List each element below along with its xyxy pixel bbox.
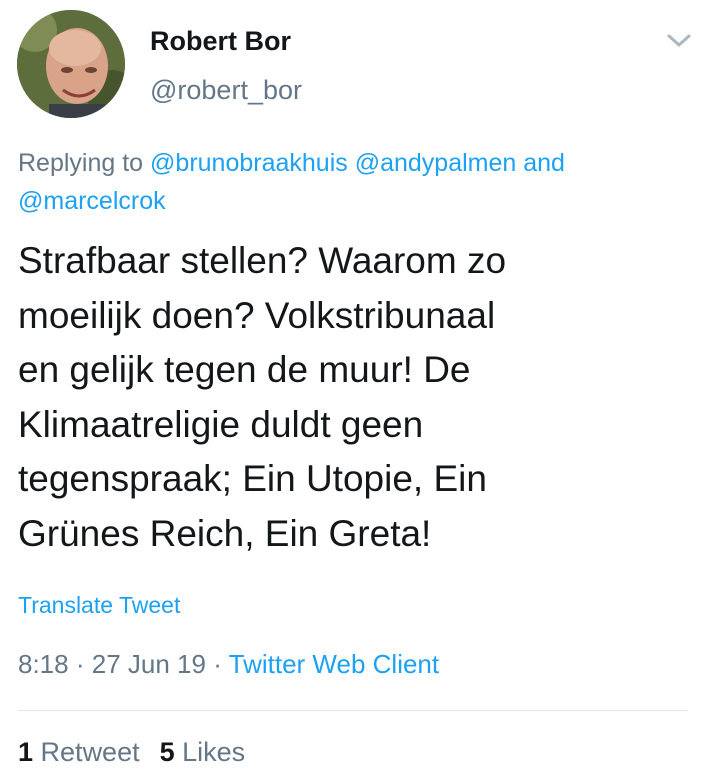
tweet-client-link[interactable]: Twitter Web Client — [229, 649, 439, 679]
tweet-stats: 1 Retweet 5 Likes — [18, 737, 245, 768]
meta-separator: · — [75, 649, 85, 679]
tweet-date[interactable]: 27 Jun 19 — [92, 649, 206, 679]
tweet-meta: 8:18 · 27 Jun 19 · Twitter Web Client — [18, 649, 439, 680]
translate-tweet-link[interactable]: Translate Tweet — [18, 592, 180, 619]
avatar[interactable] — [17, 10, 125, 118]
tweet-time[interactable]: 8:18 — [18, 649, 69, 679]
tweet-text-line: Strafbaar stellen? Waarom zo — [18, 240, 507, 281]
divider — [18, 710, 688, 711]
tweet-text-line: Klimaatreligie duldt geen — [18, 403, 424, 445]
meta-separator: · — [213, 649, 222, 679]
retweets-label: Retweet — [40, 737, 140, 767]
and-others-link[interactable]: and — [523, 149, 565, 177]
author-handle[interactable]: @robert_bor — [150, 75, 302, 106]
retweets-stat[interactable]: 1 Retweet — [18, 737, 140, 767]
author-display-name[interactable]: Robert Bor — [150, 26, 291, 57]
likes-count: 5 — [159, 737, 175, 767]
tweet-text-line: en gelijk tegen de muur! De — [18, 349, 471, 390]
replying-to-label: Replying to — [18, 149, 144, 177]
mention-link[interactable]: @marcelcrok — [18, 187, 166, 215]
tweet-text-line: moeilijk doen? Volkstribunaal — [18, 294, 496, 336]
tweet-text-line: tegenspraak; Ein Utopie, Ein — [18, 458, 487, 499]
mention-link[interactable]: @brunobraakhuis — [150, 149, 348, 177]
likes-stat[interactable]: 5 Likes — [160, 737, 246, 767]
tweet-text-line: Grünes Reich, Ein Greta! — [18, 512, 432, 554]
likes-label: Likes — [182, 737, 246, 767]
retweets-count: 1 — [18, 737, 34, 767]
mention-link[interactable]: @andypalmen — [355, 149, 517, 177]
reply-context: Replying to @brunobraakhuis @andypalmen … — [18, 144, 688, 220]
tweet-text: Strafbaar stellen? Waarom zo moeilijk do… — [18, 234, 688, 561]
chevron-down-icon[interactable] — [666, 30, 692, 50]
